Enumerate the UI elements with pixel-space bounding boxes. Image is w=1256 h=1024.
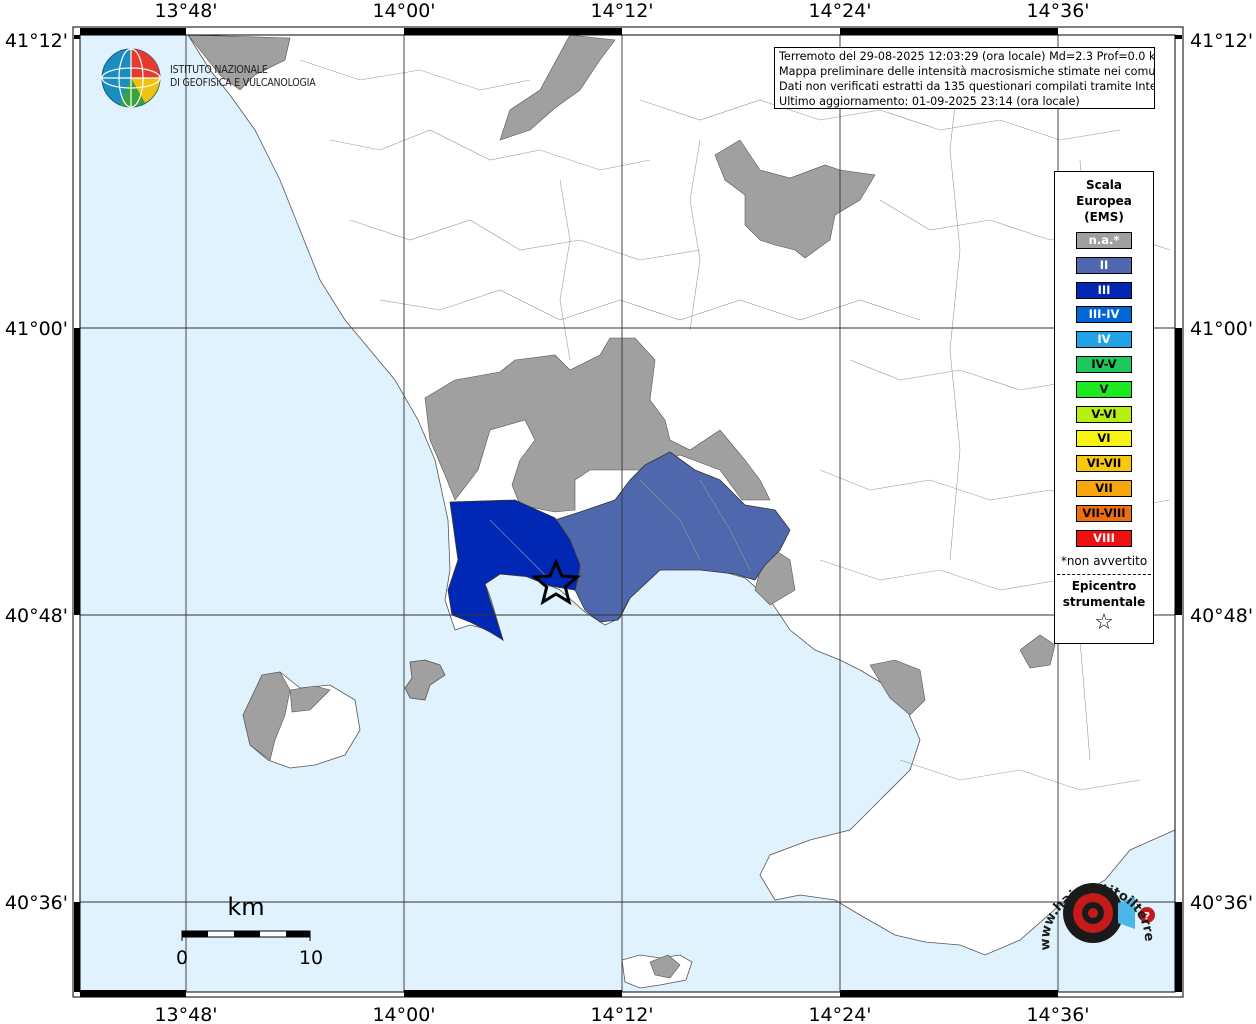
legend-item: VIII xyxy=(1076,529,1132,547)
info-line-update: Ultimo aggiornamento: 01-09-2025 23:14 (… xyxy=(779,95,1080,108)
legend-separator xyxy=(1057,574,1151,576)
lon-label-top-5: 14°36' xyxy=(1026,0,1089,22)
lon-label-bottom-5: 14°36' xyxy=(1026,1004,1089,1024)
legend-title-line-3: (EMS) xyxy=(1084,210,1124,224)
legend-item: III-IV xyxy=(1076,306,1132,324)
scale-min-label: 0 xyxy=(176,947,188,969)
lon-label-bottom-4: 14°24' xyxy=(808,1004,871,1024)
event-info-box: Terremoto del 29-08-2025 12:03:29 (ora l… xyxy=(774,47,1155,109)
legend-title-line-2: Europea xyxy=(1076,194,1132,208)
legend-title: Scala Europea (EMS) xyxy=(1055,177,1153,225)
lat-label-right-2: 41°00' xyxy=(1190,318,1253,340)
lon-label-top-2: 14°00' xyxy=(372,0,435,22)
legend-items: n.a.* II III III-IV IV IV-V V V-VI VI VI-VII VII VI… xyxy=(1055,232,1153,547)
legend-epicenter-line-1: Epicentro xyxy=(1071,579,1137,594)
lat-label-right-3: 40°48' xyxy=(1190,605,1253,627)
legend-item: VI xyxy=(1076,430,1132,448)
lon-label-top-1: 13°48' xyxy=(154,0,217,22)
legend-title-line-1: Scala xyxy=(1085,178,1123,192)
legend-item: II xyxy=(1076,256,1132,274)
lon-label-top-3: 14°12' xyxy=(590,0,653,22)
legend-note: *non avvertito xyxy=(1060,554,1148,569)
legend-item: VII-VIII xyxy=(1076,504,1132,522)
legend-item: n.a.* xyxy=(1076,232,1132,249)
legend-item: VI-VII xyxy=(1076,455,1132,473)
legend-item: IV-V xyxy=(1076,355,1132,373)
legend-item: VII xyxy=(1076,479,1132,497)
lat-label-right-4: 40°36' xyxy=(1190,892,1253,914)
lon-label-top-4: 14°24' xyxy=(808,0,871,22)
lat-label-right-1: 41°12' xyxy=(1190,30,1253,52)
lat-label-left-3: 40°48' xyxy=(5,605,68,627)
legend-item: V xyxy=(1076,380,1132,398)
lon-label-bottom-2: 14°00' xyxy=(372,1004,435,1024)
info-line-data: Dati non verificati estratti da 135 ques… xyxy=(779,80,1155,93)
ems-legend: Scala Europea (EMS) n.a.* II III III-IV IV IV… xyxy=(1054,171,1154,644)
legend-epicenter-star-icon: ☆ xyxy=(1094,610,1114,636)
ingv-logo-icon xyxy=(101,48,161,108)
legend-item: III xyxy=(1076,281,1132,299)
legend-epicenter-line-2: strumentale xyxy=(1062,595,1146,610)
scale-unit-label: km xyxy=(227,893,264,921)
scale-max-label: 10 xyxy=(299,947,323,969)
info-line-event: Terremoto del 29-08-2025 12:03:29 (ora l… xyxy=(779,50,1155,63)
legend-item: IV xyxy=(1076,331,1132,349)
ingv-line-2: DI GEOFISICA E VULCANOLOGIA xyxy=(170,77,316,89)
lon-label-bottom-1: 13°48' xyxy=(154,1004,217,1024)
lat-label-left-2: 41°00' xyxy=(5,318,68,340)
ingv-line-1: ISTITUTO NAZIONALE xyxy=(170,64,268,76)
legend-epicenter-label: Epicentro strumentale xyxy=(1055,578,1153,610)
info-line-map: Mappa preliminare delle intensità macros… xyxy=(779,65,1155,78)
lat-label-left-4: 40°36' xyxy=(5,892,68,914)
legend-item: V-VI xyxy=(1076,405,1132,423)
ingv-logo-text: ISTITUTO NAZIONALE DI GEOFISICA E VULCAN… xyxy=(170,64,316,90)
lat-label-left-1: 41°12' xyxy=(5,30,68,52)
lon-label-bottom-3: 14°12' xyxy=(590,1004,653,1024)
